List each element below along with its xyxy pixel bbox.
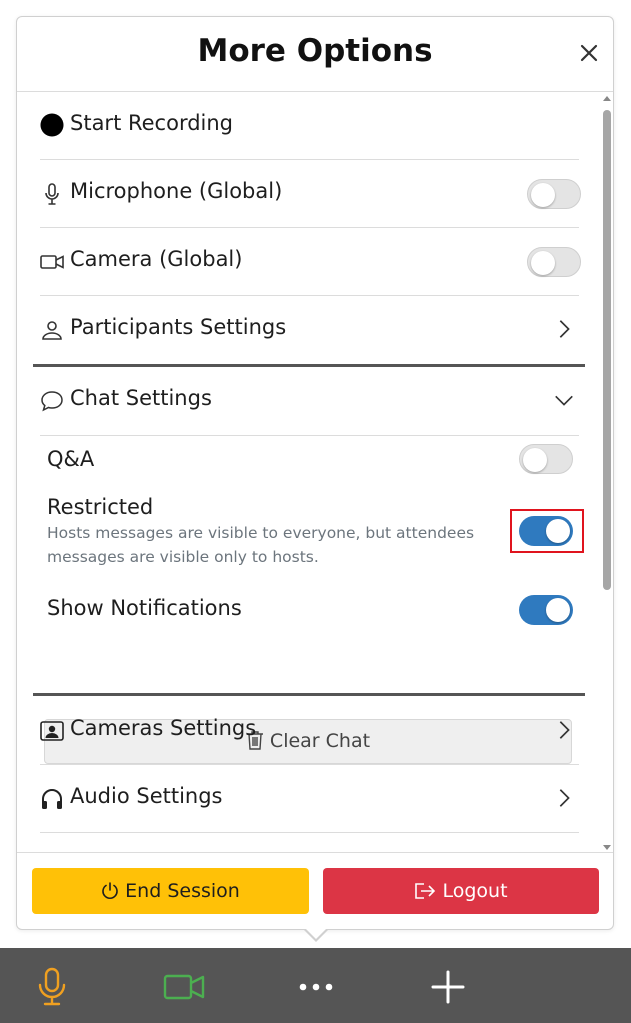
cameras-settings-label: Cameras Settings	[70, 716, 257, 740]
panel-title: More Options	[197, 33, 433, 69]
panel-header: More Options	[17, 17, 613, 92]
qa-label: Q&A	[47, 447, 95, 471]
scroll-down-arrow[interactable]	[603, 845, 611, 850]
microphone-global-toggle[interactable]	[527, 179, 581, 209]
logout-button[interactable]: Logout	[323, 868, 599, 914]
scrollbar[interactable]	[601, 92, 613, 854]
restricted-description: Hosts messages are visible to everyone, …	[47, 524, 475, 566]
more-options-panel: More Options Start Recording Microphone …	[16, 16, 614, 930]
end-session-button[interactable]: End Session	[32, 868, 309, 914]
scroll-up-arrow[interactable]	[603, 96, 611, 101]
start-recording-item[interactable]: Start Recording	[40, 92, 579, 160]
microphone-icon[interactable]	[31, 966, 73, 1008]
panel-footer: End Session Logout	[17, 852, 613, 929]
show-notifications-setting: Show Notifications	[47, 596, 577, 620]
scrollbar-thumb[interactable]	[603, 110, 611, 590]
section-divider	[33, 693, 585, 696]
close-icon[interactable]	[577, 41, 601, 65]
qa-setting: Q&A	[47, 447, 577, 471]
person-icon	[42, 321, 62, 340]
cameras-settings-item[interactable]: Cameras Settings	[40, 697, 579, 765]
power-icon	[102, 882, 118, 899]
chevron-right-icon	[559, 789, 570, 807]
chevron-down-icon	[555, 395, 573, 406]
camera-global-toggle[interactable]	[527, 247, 581, 277]
record-icon	[40, 113, 64, 137]
microphone-global-label: Microphone (Global)	[70, 179, 283, 203]
popover-pointer	[304, 927, 328, 939]
audio-settings-label: Audio Settings	[70, 784, 223, 808]
camera-global-item: Camera (Global)	[40, 228, 581, 296]
chat-settings-item[interactable]: Chat Settings	[40, 367, 579, 436]
chevron-right-icon	[559, 721, 570, 739]
chat-bubble-icon	[41, 391, 63, 412]
chat-settings-label: Chat Settings	[70, 386, 212, 410]
start-recording-label: Start Recording	[70, 111, 234, 135]
portrait-icon	[40, 721, 64, 741]
more-options-icon[interactable]	[295, 966, 337, 1008]
restricted-setting: Restricted Hosts messages are visible to…	[47, 495, 577, 569]
logout-icon	[415, 883, 436, 899]
headphones-icon	[42, 789, 62, 809]
restricted-toggle[interactable]	[519, 516, 573, 546]
qa-toggle[interactable]	[519, 444, 573, 474]
microphone-icon	[45, 183, 59, 205]
participants-settings-label: Participants Settings	[70, 315, 287, 339]
show-notifications-toggle[interactable]	[519, 595, 573, 625]
add-icon[interactable]	[427, 966, 469, 1008]
participants-settings-item[interactable]: Participants Settings	[40, 296, 579, 364]
bottom-toolbar	[0, 948, 631, 1023]
video-camera-icon[interactable]	[163, 966, 205, 1008]
chevron-right-icon	[559, 320, 570, 338]
camera-icon	[40, 255, 64, 269]
audio-settings-item[interactable]: Audio Settings	[40, 765, 579, 833]
microphone-global-item: Microphone (Global)	[40, 160, 581, 228]
show-notifications-label: Show Notifications	[47, 596, 242, 620]
restricted-label: Restricted	[47, 495, 154, 519]
camera-global-label: Camera (Global)	[70, 247, 243, 271]
options-list: Start Recording Microphone (Global) Came…	[17, 92, 601, 854]
